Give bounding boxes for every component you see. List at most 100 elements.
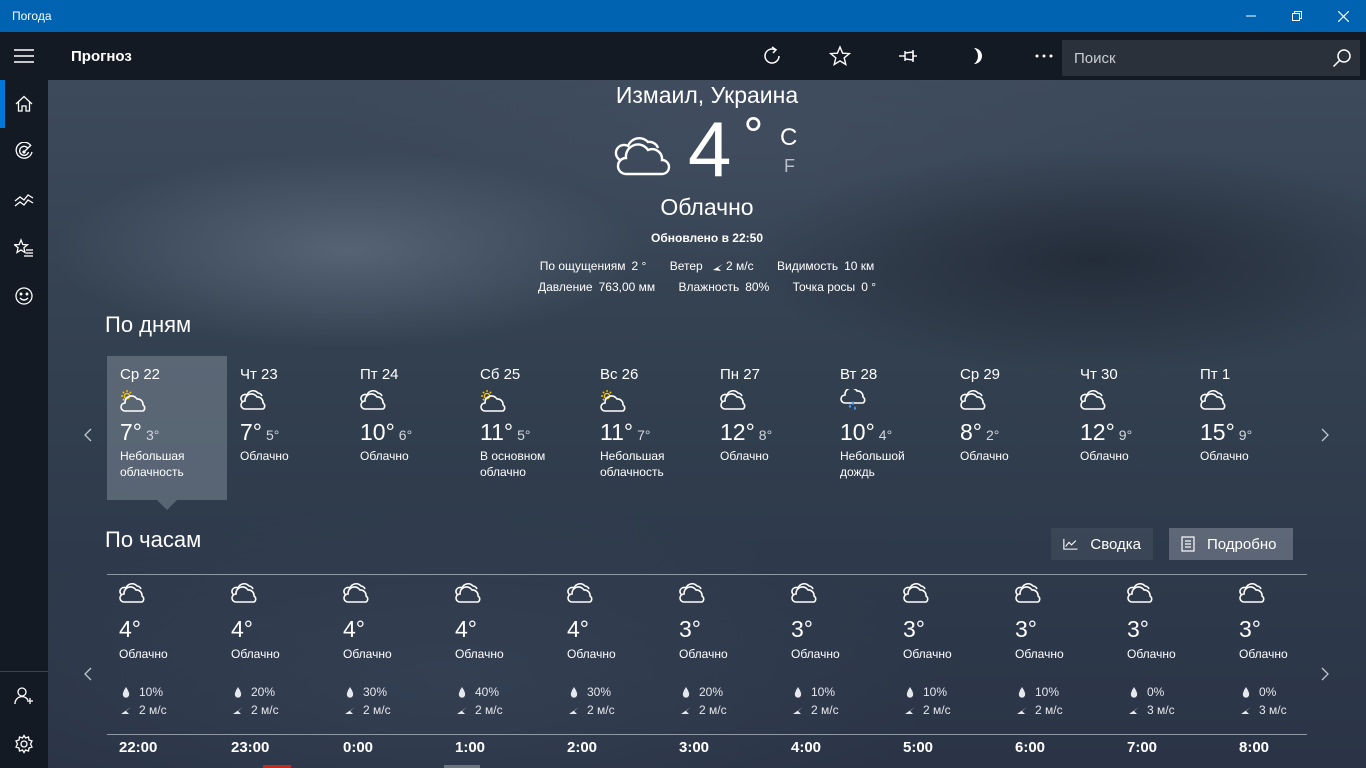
wind: Ветер 2 м/с — [669, 259, 754, 273]
hour-column: 4° Облачно 20% 2 м/с 23:00 — [219, 582, 331, 768]
hour-precipitation: 10% — [811, 685, 836, 699]
main-content: Измаил, Украина 4 ° C F Облачно Обновлено… — [48, 80, 1366, 768]
day-description: В основном облачно — [480, 449, 546, 479]
nav-settings[interactable] — [0, 720, 48, 768]
day-card[interactable]: Ср 29 8° 2° Облачно — [947, 356, 1067, 500]
chart-icon — [14, 194, 34, 207]
wind-direction-icon — [713, 263, 724, 271]
feels-like: По ощущениям 2 ° — [539, 259, 647, 273]
raindrop-icon — [903, 686, 917, 698]
search-input[interactable] — [1062, 40, 1324, 76]
hour-temperature: 3° — [679, 616, 701, 642]
day-card[interactable]: Пт 24 10° 6° Облачно — [347, 356, 467, 500]
day-description: Небольшая облачность — [120, 449, 185, 479]
day-description: Облачно — [240, 449, 289, 463]
day-card[interactable]: Сб 25 11° 5° В основном облачно — [467, 356, 587, 500]
hour-description: Облачно — [791, 647, 840, 661]
unit-fahrenheit[interactable]: F — [784, 156, 795, 177]
day-name: Вс 26 — [600, 366, 639, 383]
daily-next-arrow[interactable] — [1315, 420, 1335, 450]
hourly-time-divider — [107, 734, 1307, 735]
hour-wind: 3 м/с — [1147, 703, 1175, 717]
minimize-button[interactable] — [1228, 0, 1274, 32]
day-high: 10° — [840, 419, 875, 445]
command-bar: Прогноз — [0, 32, 1366, 80]
raindrop-icon — [679, 686, 693, 698]
hour-precipitation: 10% — [923, 685, 948, 699]
cloud-icon — [360, 389, 467, 417]
more-icon — [1035, 54, 1053, 58]
hour-precipitation: 0% — [1147, 685, 1165, 699]
cloud-icon — [343, 582, 443, 610]
search-button[interactable] — [1324, 40, 1360, 76]
hour-temperature: 4° — [119, 616, 141, 642]
day-low: 5° — [517, 427, 531, 443]
hour-time: 23:00 — [231, 739, 270, 756]
hour-description: Облачно — [567, 647, 616, 661]
day-card[interactable]: Чт 23 7° 5° Облачно — [227, 356, 347, 500]
day-name: Пт 1 — [1200, 366, 1231, 383]
day-description: Облачно — [960, 449, 1009, 463]
day-description: Облачно — [1080, 449, 1129, 463]
day-high: 12° — [1080, 419, 1115, 445]
cloud-icon — [614, 137, 671, 176]
refresh-button[interactable] — [738, 32, 806, 80]
refresh-icon — [764, 46, 780, 64]
daily-prev-arrow[interactable] — [78, 420, 98, 450]
day-low: 3° — [146, 427, 160, 443]
close-button[interactable] — [1320, 0, 1366, 32]
hamburger-menu-button[interactable] — [0, 32, 48, 80]
day-description: Небольшой дождь — [840, 449, 905, 479]
hourly-prev-arrow[interactable] — [78, 659, 98, 689]
hour-description: Облачно — [1015, 647, 1064, 661]
day-card[interactable]: Пт 1 15° 9° Облачно — [1187, 356, 1307, 500]
hour-wind: 3 м/с — [1259, 703, 1287, 717]
page-title: Прогноз — [71, 47, 132, 65]
cloud-icon — [960, 389, 1067, 417]
favorite-button[interactable] — [806, 32, 874, 80]
day-card[interactable]: Ср 22 7° 3° Небольшая облачность — [107, 356, 227, 510]
hour-precipitation: 10% — [1035, 685, 1060, 699]
day-card[interactable]: Пн 27 12° 8° Облачно — [707, 356, 827, 500]
hour-column: 4° Облачно 30% 2 м/с 0:00 — [331, 582, 443, 768]
day-name: Сб 25 — [480, 366, 521, 383]
summary-view-button[interactable]: Сводка — [1051, 528, 1153, 560]
details-row-2: Давление 763,00 мм Влажность 80% Точка рос… — [48, 280, 1366, 294]
detailed-view-button[interactable]: Подробно — [1169, 528, 1293, 560]
cloud-icon — [720, 389, 827, 417]
day-low: 5° — [266, 427, 280, 443]
chevron-left-icon — [84, 428, 92, 442]
nav-life[interactable] — [0, 272, 48, 320]
nav-historical[interactable] — [0, 176, 48, 224]
unit-celsius[interactable]: C — [780, 124, 797, 152]
summary-label: Сводка — [1090, 535, 1141, 553]
restore-button[interactable] — [1274, 0, 1320, 32]
day-high: 11° — [600, 419, 634, 445]
day-high: 7° — [240, 419, 262, 445]
nav-account[interactable] — [0, 672, 48, 720]
day-low: 4° — [878, 427, 893, 443]
day-card[interactable]: Вт 28 10° 4° Небольшой дождь — [827, 356, 947, 500]
nav-maps[interactable] — [0, 128, 48, 176]
hour-time: 2:00 — [567, 739, 598, 756]
favorites-list-icon — [14, 238, 33, 257]
hour-time: 4:00 — [791, 739, 822, 756]
pin-icon — [899, 50, 917, 62]
wind-direction-icon — [1127, 706, 1141, 715]
day-description: Небольшая облачность — [600, 449, 665, 479]
day-card[interactable]: Чт 30 12° 9° Облачно — [1067, 356, 1187, 500]
hour-wind: 2 м/с — [923, 703, 951, 717]
day-card[interactable]: Вс 26 11° 7° Небольшая облачность — [587, 356, 707, 500]
home-icon — [15, 95, 33, 112]
pin-button[interactable] — [874, 32, 942, 80]
cloud-icon — [567, 582, 667, 610]
nav-forecast[interactable] — [0, 80, 48, 128]
day-high: 8° — [960, 419, 982, 445]
theme-button[interactable] — [942, 32, 1010, 80]
hour-precipitation: 10% — [139, 685, 164, 699]
gear-icon — [15, 734, 33, 754]
cloud-icon — [231, 582, 331, 610]
chevron-left-icon — [84, 667, 92, 681]
nav-places[interactable] — [0, 224, 48, 272]
day-low: 7° — [637, 427, 651, 443]
